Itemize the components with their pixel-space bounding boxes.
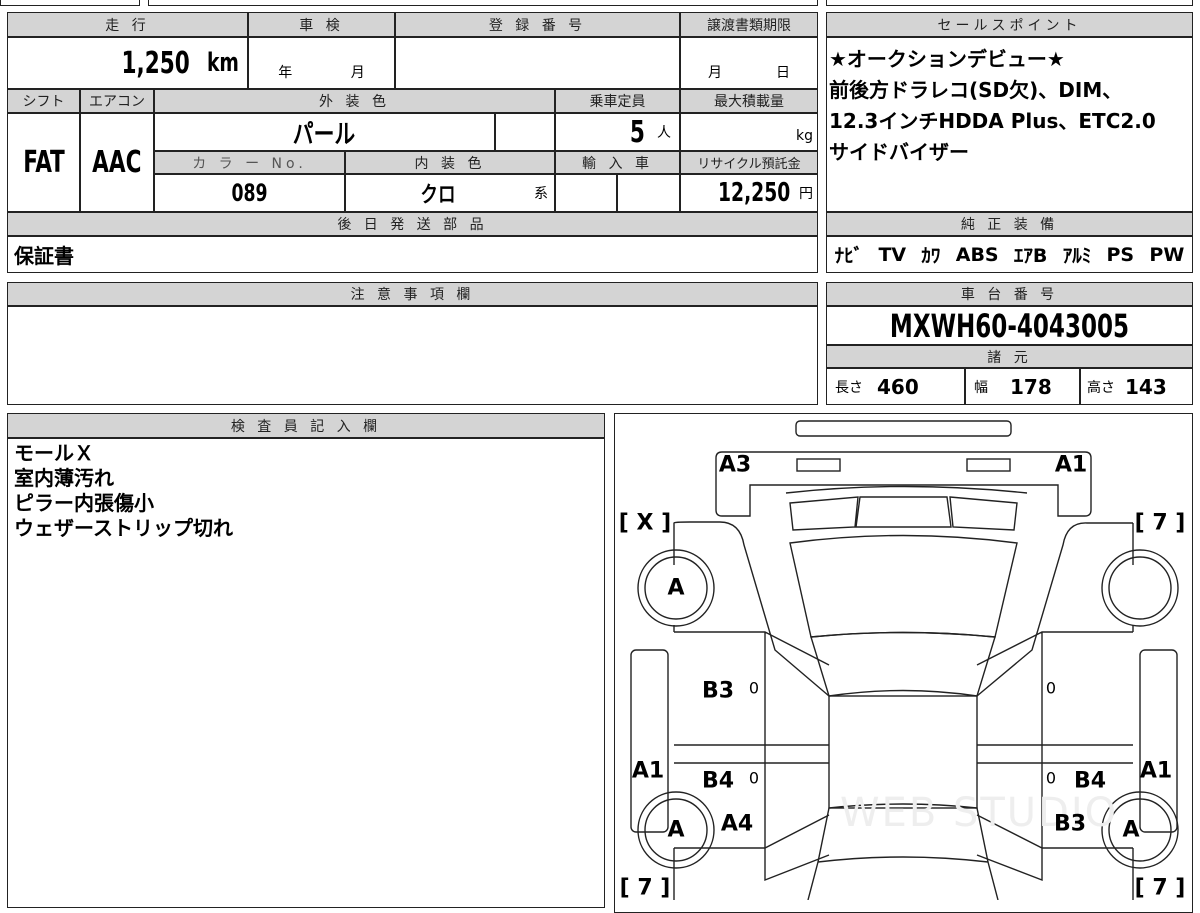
handle-mark: 0 (748, 678, 760, 698)
damage-mark: A (667, 575, 685, 601)
damage-mark: B3 (701, 678, 735, 704)
damage-mark: B4 (1073, 768, 1107, 794)
tire-mark: [ 7 ] (1134, 875, 1186, 901)
tire-mark: [ 7 ] (619, 875, 671, 901)
damage-mark: A1 (1054, 452, 1088, 478)
damage-mark: A (1122, 817, 1140, 843)
damage-mark: A (667, 817, 685, 843)
damage-mark: A1 (631, 758, 665, 784)
damage-mark: A4 (720, 811, 754, 837)
tire-mark: [ X ] (618, 510, 672, 536)
damage-mark: A3 (718, 452, 752, 478)
handle-mark: 0 (748, 768, 760, 788)
tire-mark: [ 7 ] (1134, 510, 1186, 536)
handle-mark: 0 (1045, 678, 1057, 698)
damage-mark: A1 (1139, 758, 1173, 784)
damage-mark: B3 (1053, 811, 1087, 837)
handle-mark: 0 (1045, 768, 1057, 788)
damage-mark: B4 (701, 768, 735, 794)
car-outline (630, 420, 1179, 900)
